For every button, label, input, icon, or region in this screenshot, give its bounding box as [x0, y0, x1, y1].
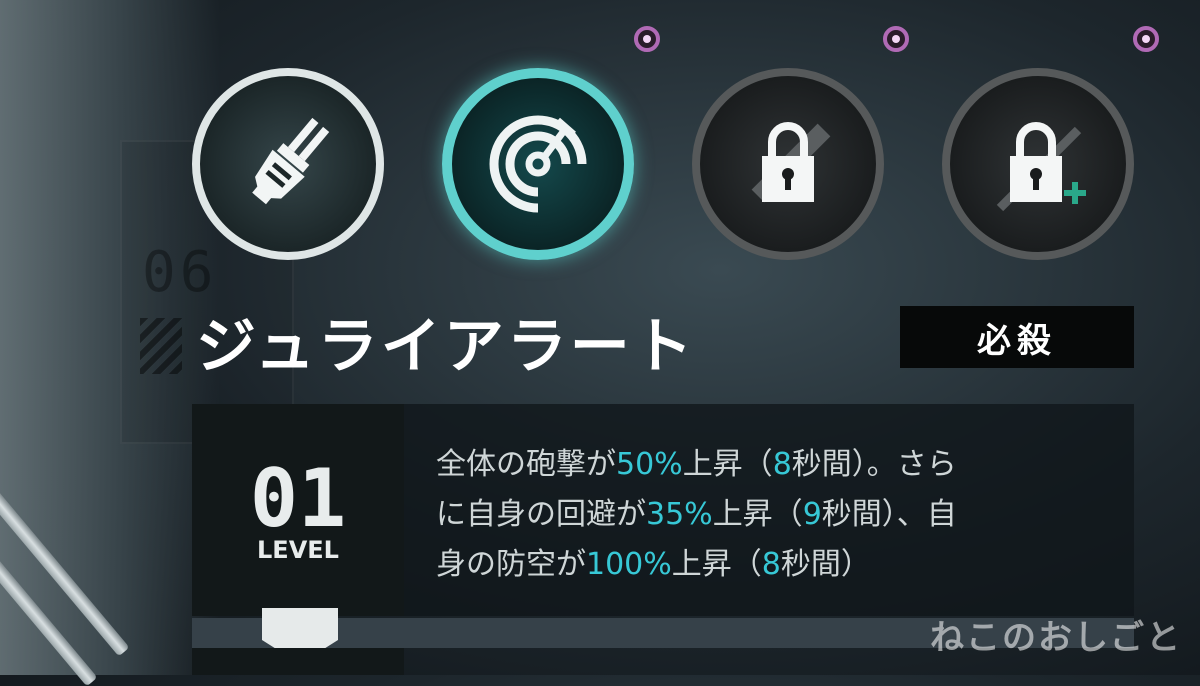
desc-text: 秒間）、自	[821, 497, 957, 532]
desc-text: 全体の砲撃が	[436, 447, 616, 482]
desc-value: 50%	[616, 447, 683, 482]
desc-value: 8	[772, 447, 792, 482]
description-line-2: に自身の回避が35%上昇（9秒間）、自	[436, 490, 1116, 540]
background-hatch	[140, 318, 182, 374]
desc-text: 身の防空が	[436, 547, 586, 582]
skill-type-badge: 必殺	[900, 306, 1134, 368]
desc-text: 上昇（	[712, 497, 803, 532]
notification-dot	[634, 26, 660, 52]
lock-icon	[751, 122, 831, 203]
skill-slot-4-locked[interactable]	[942, 68, 1134, 260]
lock-plus-icon	[996, 122, 1086, 212]
skill-description: 全体の砲撃が50%上昇（8秒間）。さら に自身の回避が35%上昇（9秒間）、自 …	[436, 440, 1116, 590]
desc-text: に自身の回避が	[436, 497, 646, 532]
desc-value: 9	[802, 497, 822, 532]
level-box[interactable]: 01 LEVEL	[192, 404, 404, 616]
flashlight-icon	[252, 117, 330, 205]
desc-value: 100%	[586, 547, 672, 582]
notification-dot	[1133, 26, 1159, 52]
watermark: ねこのおしごと	[930, 618, 1182, 658]
skill-slot-1[interactable]	[192, 68, 384, 260]
notification-dot	[883, 26, 909, 52]
desc-text: 秒間）	[780, 547, 871, 582]
desc-value: 35%	[646, 497, 713, 532]
radar-target-icon	[489, 115, 587, 213]
level-label: LEVEL	[257, 536, 339, 564]
level-number: 01	[249, 452, 347, 545]
desc-value: 8	[761, 547, 781, 582]
desc-text: 秒間）。さら	[791, 447, 957, 482]
description-line-3: 身の防空が100%上昇（8秒間）	[436, 540, 1116, 590]
desc-text: 上昇（	[671, 547, 762, 582]
description-line-1: 全体の砲撃が50%上昇（8秒間）。さら	[436, 440, 1116, 490]
skill-slot-2-selected[interactable]	[442, 68, 634, 260]
skill-name: ジュライアラート	[196, 312, 696, 382]
desc-text: 上昇（	[682, 447, 773, 482]
skill-slot-3-locked[interactable]	[692, 68, 884, 260]
background-number: 06	[142, 240, 218, 305]
next-level-box[interactable]	[192, 648, 404, 675]
